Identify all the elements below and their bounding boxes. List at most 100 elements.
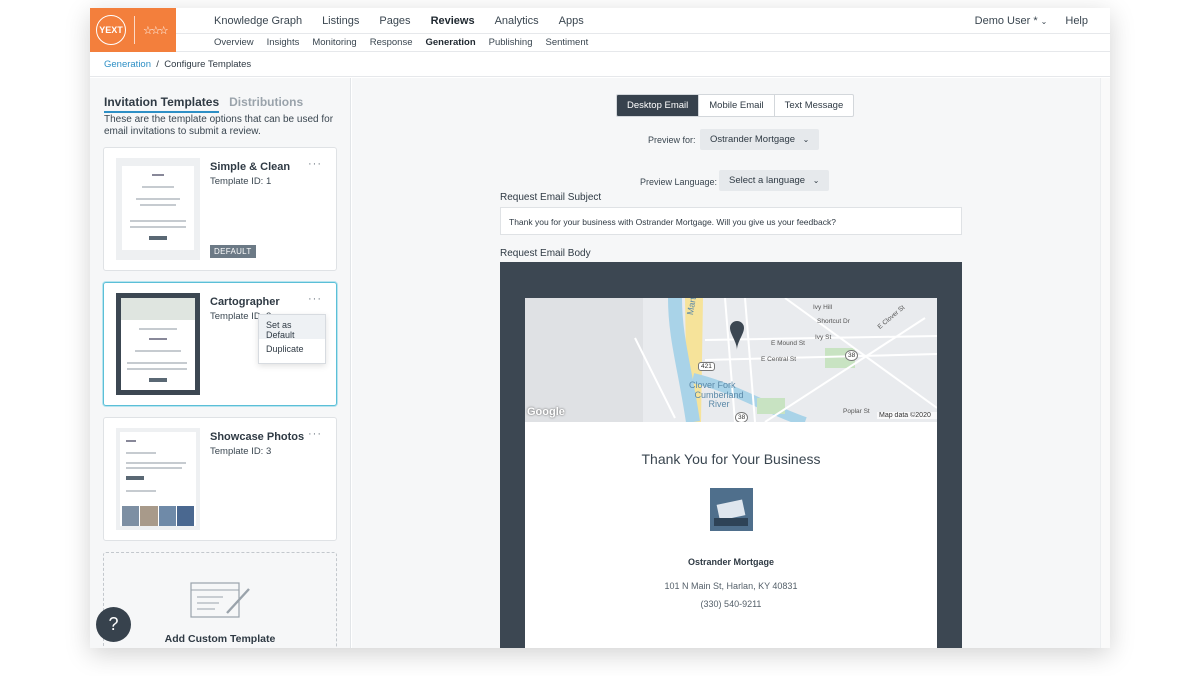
logo-divider (134, 16, 135, 44)
google-logo: Google (527, 406, 565, 418)
tab-mobile-email[interactable]: Mobile Email (699, 95, 775, 116)
subnav-publishing[interactable]: Publishing (489, 37, 533, 48)
top-nav: YEXT ☆☆☆ Knowledge Graph Listings Pages … (90, 8, 1110, 52)
help-icon: ? (108, 614, 119, 634)
nav-reviews[interactable]: Reviews (431, 15, 475, 27)
map-label-e-mound-st: E Mound St (771, 340, 805, 347)
template-options-menu: Set as Default Duplicate (258, 314, 326, 364)
subnav-insights[interactable]: Insights (267, 37, 300, 48)
thumb-line (135, 350, 181, 352)
chevron-down-icon: ⌄ (802, 135, 810, 144)
template-editor-icon (190, 582, 250, 618)
map-label-clover-fork: Clover Fork (689, 380, 736, 390)
menu-duplicate[interactable]: Duplicate (259, 339, 325, 363)
thumb-logo (152, 174, 164, 176)
reviews-stars-icon: ☆☆☆ (143, 24, 169, 37)
preview-for-value: Ostrander Mortgage (710, 134, 796, 145)
chevron-down-icon: ⌄ (1040, 17, 1048, 26)
body-label: Request Email Body (500, 248, 591, 259)
thumb-line (139, 328, 177, 330)
map-label-shortcut-dr: Shortcut Dr (817, 318, 850, 325)
subnav-overview[interactable]: Overview (214, 37, 254, 48)
nav-pages[interactable]: Pages (379, 15, 410, 27)
nav-apps[interactable]: Apps (559, 15, 584, 27)
subnav-sentiment[interactable]: Sentiment (545, 37, 588, 48)
template-name: Showcase Photos (210, 431, 305, 443)
thumb-line (126, 490, 156, 492)
thumb-button (149, 236, 167, 240)
breadcrumb-generation[interactable]: Generation (104, 59, 151, 70)
route-badge: 38 (735, 412, 749, 422)
more-options-icon[interactable]: ··· (308, 428, 322, 440)
template-thumbnail (116, 293, 200, 395)
breadcrumb-current: Configure Templates (164, 59, 252, 70)
tab-desktop-email[interactable]: Desktop Email (617, 95, 700, 116)
business-name: Ostrander Mortgage (687, 557, 774, 567)
templates-description: These are the template options that can … (104, 114, 334, 137)
add-custom-template-button[interactable]: Add Custom Template (103, 552, 337, 648)
nav-knowledge-graph[interactable]: Knowledge Graph (214, 15, 302, 27)
preview-pane: Desktop Email Mobile Email Text Message … (352, 78, 1110, 648)
preview-type-tabs: Desktop Email Mobile Email Text Message (616, 94, 855, 117)
preview-language-label: Preview Language: (640, 177, 718, 187)
thumb-button (126, 476, 144, 480)
yext-logo[interactable]: YEXT ☆☆☆ (90, 8, 176, 52)
tab-distributions[interactable]: Distributions (229, 95, 303, 113)
preview-language-value: Select a language (729, 175, 806, 186)
business-phone: (330) 540-9211 (700, 599, 762, 609)
template-id: Template ID: 3 (210, 446, 272, 457)
nav-divider (176, 33, 1110, 34)
thumb-photo (122, 506, 140, 526)
thumb-line (126, 462, 186, 464)
thumb-line (149, 338, 167, 340)
subnav-monitoring[interactable]: Monitoring (312, 37, 356, 48)
subject-input[interactable]: Thank you for your business with Ostrand… (500, 207, 962, 235)
sub-nav: Overview Insights Monitoring Response Ge… (214, 37, 601, 48)
subnav-generation[interactable]: Generation (425, 37, 475, 48)
pane-scrollbar[interactable] (1100, 78, 1110, 648)
thumb-button (149, 378, 167, 382)
subject-label: Request Email Subject (500, 192, 602, 203)
more-options-icon[interactable]: ··· (308, 158, 322, 170)
template-card-showcase-photos[interactable]: Showcase Photos Template ID: 3 ··· (103, 417, 337, 541)
thumb-line (142, 186, 174, 188)
tab-invitation-templates[interactable]: Invitation Templates (104, 95, 220, 113)
business-address: 101 N Main St, Harlan, KY 40831 (664, 581, 798, 591)
default-badge: DEFAULT (210, 245, 256, 258)
template-thumbnail (116, 428, 200, 530)
menu-set-as-default[interactable]: Set as Default (259, 315, 325, 340)
thumb-line (127, 368, 187, 370)
thumb-line (136, 198, 180, 200)
thumb-photos (122, 506, 194, 526)
tab-text-message[interactable]: Text Message (775, 95, 854, 116)
template-card-simple-clean[interactable]: Simple & Clean Template ID: 1 ··· DEFAUL… (103, 147, 337, 271)
thumb-photo (158, 506, 176, 526)
more-options-icon[interactable]: ··· (308, 293, 322, 305)
email-heading: Thank You for Your Business (641, 451, 821, 467)
thumb-logo (126, 440, 136, 442)
thumb-photo (176, 506, 194, 526)
help-button[interactable]: ? (96, 607, 131, 642)
map-label-poplar-st: Poplar St (843, 408, 870, 415)
thumbnail-preview (121, 298, 195, 390)
user-nav: Demo User * ⌄ Help (975, 15, 1088, 27)
main-nav: Knowledge Graph Listings Pages Reviews A… (214, 15, 604, 27)
user-menu[interactable]: Demo User * ⌄ (975, 15, 1048, 27)
thumb-line (140, 204, 176, 206)
nav-analytics[interactable]: Analytics (495, 15, 539, 27)
thumb-line (130, 226, 186, 228)
template-name: Cartographer (210, 296, 280, 308)
template-thumbnail (116, 158, 200, 260)
yext-logo-icon: YEXT (96, 15, 126, 45)
logo-text: YEXT (99, 25, 123, 35)
help-link[interactable]: Help (1065, 15, 1088, 27)
nav-listings[interactable]: Listings (322, 15, 359, 27)
user-name: Demo User * (974, 15, 1038, 27)
business-photo-icon (710, 488, 753, 531)
thumb-line (126, 452, 156, 454)
subnav-response[interactable]: Response (370, 37, 413, 48)
preview-for-dropdown[interactable]: Ostrander Mortgage ⌄ (700, 129, 820, 150)
preview-language-dropdown[interactable]: Select a language ⌄ (719, 170, 830, 191)
map-label-ivy-st: Ivy St (815, 334, 832, 341)
chevron-down-icon: ⌄ (812, 176, 820, 185)
